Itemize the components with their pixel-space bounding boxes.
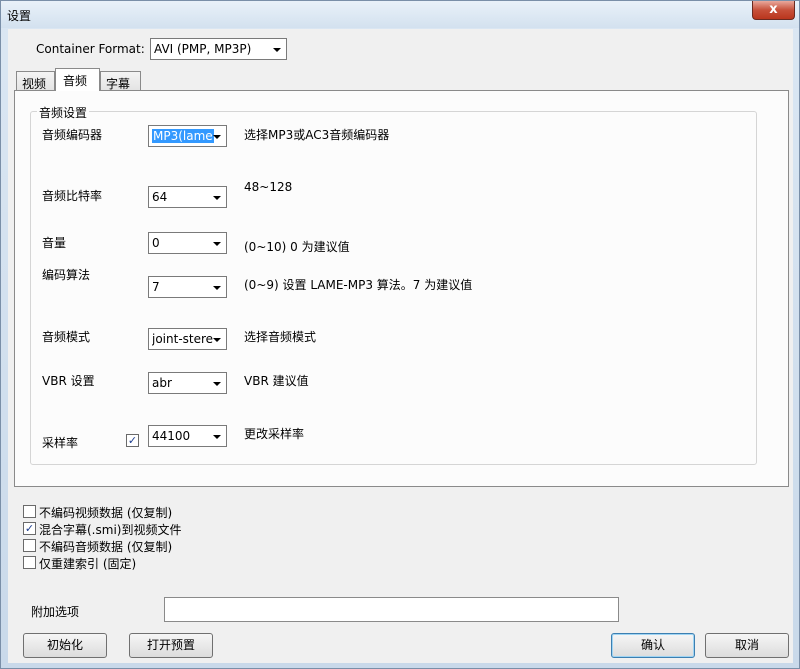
option-label-mux-subtitle: 混合字幕(.smi)到视频文件 [39,523,182,537]
reset-button[interactable]: 初始化 [23,633,107,658]
algorithm-hint: (0~9) 设置 LAME-MP3 算法。7 为建议值 [244,278,473,292]
option-checkbox-rebuild-index[interactable] [23,556,36,569]
encoder-value: MP3(lame [152,129,214,143]
container-format-label: Container Format: [36,42,145,56]
vbr-value: abr [152,376,172,390]
audio-settings-title: 音频设置 [37,104,90,121]
settings-window: 设置 x Container Format: AVI (PMP, MP3P) 视… [0,0,800,669]
window-title: 设置 [7,9,32,23]
algorithm-select[interactable]: 7 [148,276,227,298]
tab-subtitle-label: 字幕 [106,77,131,91]
vbr-hint: VBR 建议值 [244,374,309,388]
bitrate-label: 音频比特率 [42,189,103,203]
chevron-down-icon [273,48,281,52]
chevron-down-icon [213,338,221,342]
tab-video[interactable]: 视频 [16,71,55,91]
audio-mode-select[interactable]: joint-stere [148,328,227,350]
bitrate-value: 64 [152,190,168,204]
audio-mode-hint: 选择音频模式 [244,330,317,344]
cancel-button[interactable]: 取消 [705,633,789,658]
option-label-no-video-encode: 不编码视频数据 (仅复制) [39,506,173,520]
samplerate-select[interactable]: 44100 [148,425,227,447]
chevron-down-icon [213,435,221,439]
samplerate-hint: 更改采样率 [244,427,305,441]
audio-mode-label: 音频模式 [42,330,91,344]
tab-subtitle[interactable]: 字幕 [100,71,141,91]
algorithm-value: 7 [152,280,160,294]
option-checkbox-no-audio-encode[interactable] [23,539,36,552]
tab-audio[interactable]: 音频 [55,68,100,91]
checkmark-icon: ✓ [24,522,35,535]
option-label-no-audio-encode: 不编码音频数据 (仅复制) [39,540,173,554]
encoder-select[interactable]: MP3(lame [148,125,227,147]
option-checkbox-mux-subtitle[interactable]: ✓ [23,522,36,535]
samplerate-label: 采样率 [42,436,79,450]
chevron-down-icon [213,196,221,200]
volume-value: 0 [152,236,160,250]
volume-hint: (0~10) 0 为建议值 [244,240,350,254]
bitrate-hint: 48~128 [244,180,293,194]
tab-audio-label: 音频 [63,74,88,88]
option-label-rebuild-index: 仅重建索引 (固定) [39,557,137,571]
audio-tab-panel: 音频设置 音频编码器 MP3(lame 选择MP3或AC3音频编码器 音频比特率… [14,90,789,487]
encoder-selected-text: MP3(lame [152,129,214,143]
chevron-down-icon [213,382,221,386]
close-button[interactable]: x [752,1,795,20]
extra-options-label: 附加选项 [31,605,80,619]
encoder-label: 音频编码器 [42,128,103,142]
ok-button[interactable]: 确认 [611,633,695,658]
volume-label: 音量 [42,236,67,250]
title-bar[interactable]: 设置 x [1,1,799,28]
extra-options-input[interactable] [164,597,619,622]
audio-mode-value: joint-stere [152,332,214,346]
bitrate-select[interactable]: 64 [148,186,227,208]
volume-select[interactable]: 0 [148,232,227,254]
container-format-value: AVI (PMP, MP3P) [154,42,252,56]
encoder-hint: 选择MP3或AC3音频编码器 [244,128,390,142]
close-icon: x [769,2,778,17]
open-preset-button[interactable]: 打开预置 [129,633,213,658]
dialog-client: Container Format: AVI (PMP, MP3P) 视频 音频 … [8,29,793,663]
algorithm-label: 编码算法 [42,268,91,282]
chevron-down-icon [213,286,221,290]
chevron-down-icon [213,135,221,139]
samplerate-checkbox[interactable]: ✓ [126,434,139,447]
checkmark-icon: ✓ [127,434,138,447]
tab-video-label: 视频 [22,77,47,91]
option-checkbox-no-video-encode[interactable] [23,505,36,518]
samplerate-value: 44100 [152,429,191,443]
vbr-label: VBR 设置 [42,374,95,388]
container-format-select[interactable]: AVI (PMP, MP3P) [150,38,287,60]
vbr-select[interactable]: abr [148,372,227,394]
chevron-down-icon [213,242,221,246]
